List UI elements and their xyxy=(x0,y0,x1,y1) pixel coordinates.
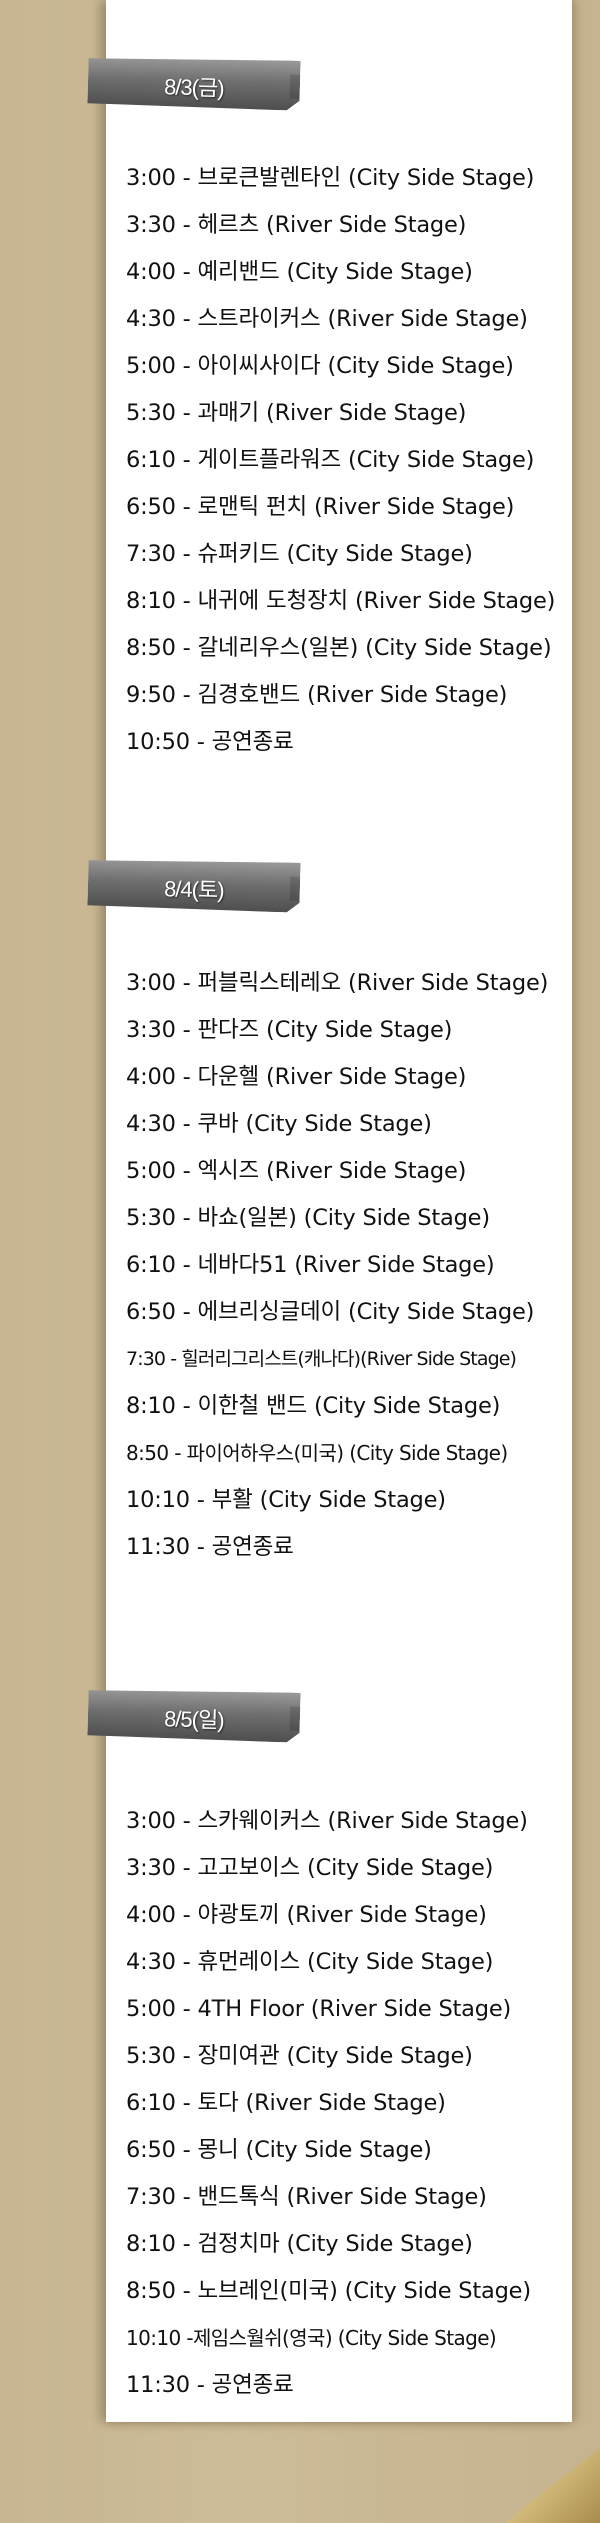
schedule-item: 6:50 - 몽니 (City Side Stage) xyxy=(126,2137,432,2163)
schedule-item: 11:30 - 공연종료 xyxy=(126,1534,294,1560)
schedule-item: 4:30 - 쿠바 (City Side Stage) xyxy=(126,1111,432,1137)
schedule-list-day3: 3:00 - 스카웨이커스 (River Side Stage) 3:30 - … xyxy=(126,1798,531,2409)
schedule-item: 8:10 - 이한철 밴드 (City Side Stage) xyxy=(126,1393,501,1419)
schedule-item: 6:10 - 네바다51 (River Side Stage) xyxy=(126,1252,495,1278)
schedule-item: 4:00 - 예리밴드 (City Side Stage) xyxy=(126,259,473,285)
schedule-item: 8:50 - 갈네리우스(일본) (City Side Stage) xyxy=(126,635,552,661)
schedule-item: 6:50 - 로맨틱 펀치 (River Side Stage) xyxy=(126,494,515,520)
schedule-item: 4:30 - 스트라이커스 (River Side Stage) xyxy=(126,306,528,332)
schedule-item: 3:30 - 고고보이스 (City Side Stage) xyxy=(126,1855,494,1881)
schedule-item: 5:00 - 4TH Floor (River Side Stage) xyxy=(126,1996,512,2022)
page-curl xyxy=(506,2448,600,2523)
schedule-item: 3:30 - 헤르츠 (River Side Stage) xyxy=(126,212,467,238)
schedule-item: 5:00 - 아이씨사이다 (City Side Stage) xyxy=(126,353,514,379)
schedule-list-day1: 3:00 - 브로큰발렌타인 (City Side Stage) 3:30 - … xyxy=(126,155,555,766)
schedule-list-day2: 3:00 - 퍼블릭스테레오 (River Side Stage) 3:30 -… xyxy=(126,960,548,1571)
schedule-item: 6:50 - 에브리싱글데이 (City Side Stage) xyxy=(126,1299,535,1325)
schedule-item: 8:10 - 검정치마 (City Side Stage) xyxy=(126,2231,473,2257)
schedule-item: 10:10 - 부활 (City Side Stage) xyxy=(126,1487,446,1513)
date-ribbon-day2: 8/4(토) xyxy=(87,857,300,913)
schedule-item: 7:30 - 슈퍼키드 (City Side Stage) xyxy=(126,541,473,567)
schedule-item: 5:30 - 과매기 (River Side Stage) xyxy=(126,400,467,426)
schedule-item: 8:50 - 파이어하우스(미국) (City Side Stage) xyxy=(126,1441,508,1465)
schedule-item: 5:30 - 바쇼(일본) (City Side Stage) xyxy=(126,1205,490,1231)
schedule-item: 5:00 - 엑시즈 (River Side Stage) xyxy=(126,1158,467,1184)
schedule-item: 10:10 -제임스월쉬(영국) (City Side Stage) xyxy=(126,2326,497,2350)
schedule-item: 4:00 - 야광토끼 (River Side Stage) xyxy=(126,1902,487,1928)
schedule-item: 3:00 - 퍼블릭스테레오 (River Side Stage) xyxy=(126,970,549,996)
schedule-item: 3:00 - 스카웨이커스 (River Side Stage) xyxy=(126,1808,528,1834)
schedule-item: 7:30 - 밴드톡식 (River Side Stage) xyxy=(126,2184,487,2210)
schedule-item: 8:50 - 노브레인(미국) (City Side Stage) xyxy=(126,2278,531,2304)
date-ribbon-day3: 8/5(일) xyxy=(87,1687,300,1743)
schedule-item: 8:10 - 내귀에 도청장치 (River Side Stage) xyxy=(126,588,556,614)
date-label-day3: 8/5(일) xyxy=(163,1706,224,1733)
schedule-item: 9:50 - 김경호밴드 (River Side Stage) xyxy=(126,682,508,708)
schedule-item: 6:10 - 게이트플라워즈 (City Side Stage) xyxy=(126,447,535,473)
schedule-item: 10:50 - 공연종료 xyxy=(126,729,294,755)
date-ribbon-day1: 8/3(금) xyxy=(87,55,300,111)
schedule-item: 5:30 - 장미여관 (City Side Stage) xyxy=(126,2043,473,2069)
schedule-item: 6:10 - 토다 (River Side Stage) xyxy=(126,2090,446,2116)
date-label-day1: 8/3(금) xyxy=(163,74,224,101)
schedule-item: 4:00 - 다운헬 (River Side Stage) xyxy=(126,1064,467,1090)
schedule-item: 11:30 - 공연종료 xyxy=(126,2372,294,2398)
schedule-item: 3:00 - 브로큰발렌타인 (City Side Stage) xyxy=(126,165,535,191)
schedule-item: 3:30 - 판다즈 (City Side Stage) xyxy=(126,1017,453,1043)
date-label-day2: 8/4(토) xyxy=(163,876,224,903)
schedule-item: 4:30 - 휴먼레이스 (City Side Stage) xyxy=(126,1949,494,1975)
schedule-item: 7:30 - 힐러리그리스트(캐나다)(River Side Stage) xyxy=(126,1348,517,1370)
